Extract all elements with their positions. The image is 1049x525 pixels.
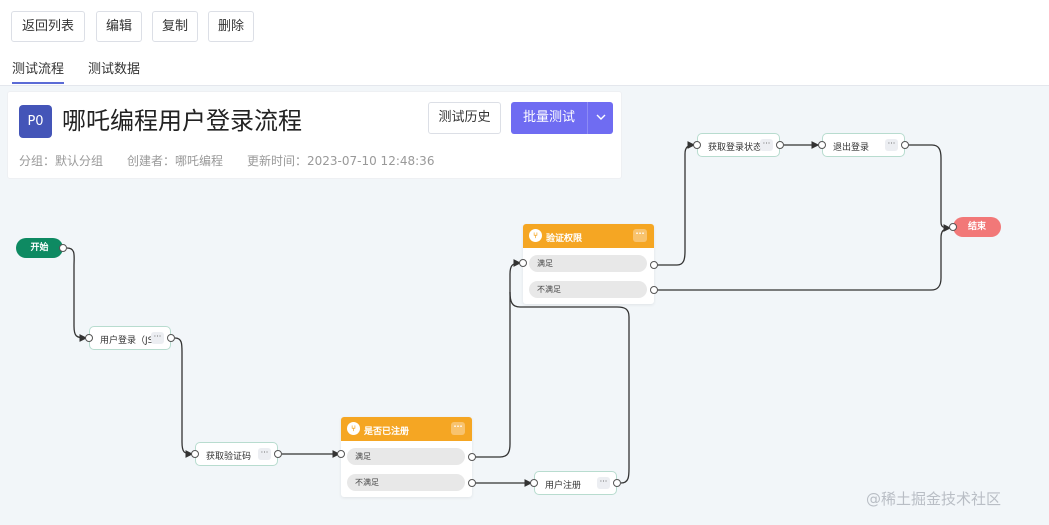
edge-registered-yes-to-permission <box>472 259 522 458</box>
node-logout[interactable]: 退出登录 ··· <box>822 133 905 157</box>
more-icon[interactable]: ··· <box>151 332 164 344</box>
flow-canvas[interactable]: P0 哪吒编程用户登录流程 测试历史 批量测试 分组：默认分组 创建者：哪吒编程… <box>0 86 1049 525</box>
tab-test-flow[interactable]: 测试流程 <box>12 58 65 84</box>
delete-button[interactable]: 删除 <box>208 11 254 42</box>
condition-name: 是否已注册 <box>364 427 410 437</box>
register-input-port[interactable] <box>530 479 538 487</box>
node-label: 获取验证码 <box>206 452 252 462</box>
batch-test-label[interactable]: 批量测试 <box>511 102 587 134</box>
condition-verify-permission[interactable]: ⑂ 验证权限 ··· 满足 不满足 <box>523 224 654 304</box>
condition-is-registered[interactable]: ⑂ 是否已注册 ··· 满足 不满足 <box>341 417 472 497</box>
permission-no-port[interactable] <box>650 286 658 294</box>
node-user-register[interactable]: 用户注册 ··· <box>534 471 617 495</box>
end-node[interactable]: 结束 <box>953 217 1001 237</box>
copy-button[interactable]: 复制 <box>152 11 198 42</box>
branch-no[interactable]: 不满足 <box>347 474 465 491</box>
node-label: 退出登录 <box>833 143 870 153</box>
registered-yes-port[interactable] <box>468 453 476 461</box>
logout-input-port[interactable] <box>818 141 826 149</box>
node-get-login-status[interactable]: 获取登录状态 ··· <box>697 133 780 157</box>
logout-output-port[interactable] <box>901 141 909 149</box>
more-icon[interactable]: ··· <box>760 139 773 151</box>
batch-test-button[interactable]: 批量测试 <box>511 102 613 134</box>
branch-icon: ⑂ <box>529 229 542 242</box>
edge-logout-to-end <box>908 144 952 232</box>
more-icon[interactable]: ··· <box>633 229 647 242</box>
node-get-captcha[interactable]: 获取验证码 ··· <box>195 442 278 466</box>
captcha-output-port[interactable] <box>274 450 282 458</box>
login-input-port[interactable] <box>85 334 93 342</box>
edge-register-loop-back <box>509 291 630 484</box>
status-input-port[interactable] <box>693 141 701 149</box>
condition-header: ⑂ 是否已注册 ··· <box>341 417 472 441</box>
node-label: 获取登录状态 <box>708 143 763 153</box>
edge-login-to-captcha <box>174 337 194 458</box>
flow-updated-time: 更新时间：2023-07-10 12:48:36 <box>247 154 435 168</box>
flow-info-card: P0 哪吒编程用户登录流程 测试历史 批量测试 分组：默认分组 创建者：哪吒编程… <box>7 91 622 179</box>
more-icon[interactable]: ··· <box>451 422 465 435</box>
node-user-login[interactable]: 用户登录（JS... ··· <box>89 326 171 350</box>
tab-bar: 测试流程 测试数据 <box>0 52 1049 86</box>
edge-permission-yes-to-status <box>655 141 696 266</box>
edit-button[interactable]: 编辑 <box>96 11 142 42</box>
start-node[interactable]: 开始 <box>16 238 63 258</box>
branch-no[interactable]: 不满足 <box>529 281 647 298</box>
flow-group: 分组：默认分组 <box>19 154 104 168</box>
login-output-port[interactable] <box>167 334 175 342</box>
captcha-input-port[interactable] <box>191 450 199 458</box>
chevron-down-icon[interactable] <box>588 102 613 134</box>
condition-header: ⑂ 验证权限 ··· <box>523 224 654 248</box>
toolbar: 返回列表 编辑 复制 删除 <box>0 0 1049 52</box>
flow-creator: 创建者：哪吒编程 <box>127 154 224 168</box>
branch-yes[interactable]: 满足 <box>347 448 465 465</box>
branch-icon: ⑂ <box>347 422 360 435</box>
permission-yes-port[interactable] <box>650 261 658 269</box>
test-history-button[interactable]: 测试历史 <box>428 102 501 134</box>
more-icon[interactable]: ··· <box>885 139 898 151</box>
status-output-port[interactable] <box>776 141 784 149</box>
watermark: @稀土掘金技术社区 <box>866 490 1002 508</box>
permission-input-port[interactable] <box>519 259 527 267</box>
edge-permission-no-to-end <box>655 227 951 291</box>
flow-title: 哪吒编程用户登录流程 <box>62 107 302 135</box>
registered-no-port[interactable] <box>468 479 476 487</box>
branch-yes[interactable]: 满足 <box>529 255 647 272</box>
more-icon[interactable]: ··· <box>597 477 610 489</box>
more-icon[interactable]: ··· <box>258 448 271 460</box>
condition-name: 验证权限 <box>546 234 583 244</box>
start-output-port[interactable] <box>59 244 67 252</box>
register-output-port[interactable] <box>613 479 621 487</box>
edge-start-to-login <box>66 247 88 342</box>
node-label: 用户注册 <box>545 481 582 491</box>
registered-input-port[interactable] <box>337 450 345 458</box>
flow-avatar: P0 <box>19 105 52 138</box>
end-input-port[interactable] <box>949 223 957 231</box>
back-to-list-button[interactable]: 返回列表 <box>11 11 85 42</box>
tab-test-data[interactable]: 测试数据 <box>88 58 140 84</box>
